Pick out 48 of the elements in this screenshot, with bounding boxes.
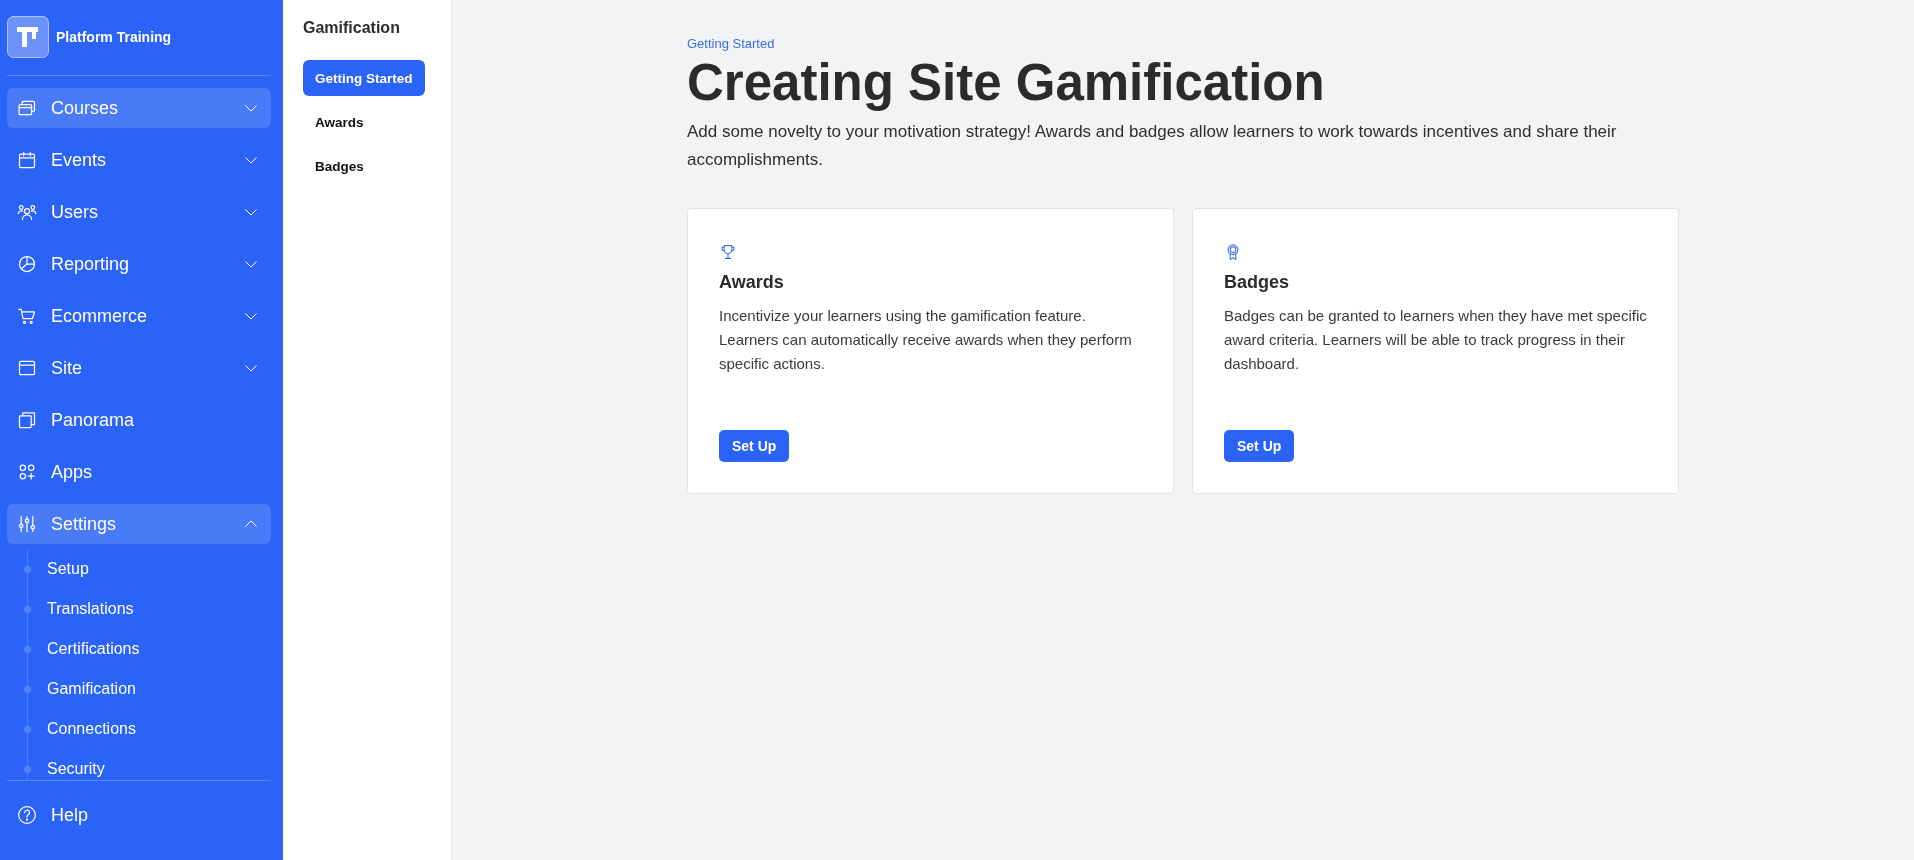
sidebar-nav-item[interactable]: Users [7,192,271,232]
card-title: Badges [1224,271,1290,294]
dot-icon [24,725,31,733]
card-description: Badges can be granted to learners when they have met specific award criteria. Learners will be able to track progress in their dashboard. [1224,306,1647,374]
apps-icon [17,462,37,482]
dot-icon [24,765,31,773]
subnav-title: Gamification [303,19,400,37]
card-title: Awards [719,271,784,294]
sidebar-nav-item[interactable]: Reporting [7,244,271,284]
pie-chart-icon [17,254,37,274]
subnav-tab[interactable]: Awards [303,104,376,140]
brand-name: Platform Training [56,28,172,46]
dot-icon [24,645,31,653]
sidebar-subitem[interactable]: Certifications [24,629,140,669]
breadcrumb-link[interactable]: Getting Started [687,36,775,52]
sidebar-nav-item[interactable]: Events [7,140,271,180]
sidebar-nav-item[interactable]: Panorama [7,400,271,440]
page-title: Creating Site Gamification [687,54,1326,111]
sidebar-subitem[interactable]: Security [24,749,105,780]
sliders-icon [17,514,37,534]
help-nav-item[interactable]: Help [7,795,271,835]
browser-window-icon [17,358,37,378]
cart-icon [17,306,37,326]
sidebar-subitem[interactable]: Translations [24,589,134,629]
set-up-button[interactable]: Set Up [719,430,790,462]
subnav-tab[interactable]: Getting Started [303,60,425,96]
people-icon [17,202,37,222]
sidebar-subitem[interactable]: Gamification [24,669,136,709]
dot-icon [24,605,31,613]
dot-icon [24,565,31,573]
page-description: Add some novelty to your motivation strategy! Awards and badges allow learners to work towards incentives and share their accomplishments. [687,121,1618,171]
sidebar-nav-item[interactable]: Apps [7,452,271,492]
card-description: Incentivize your learners using the gamification feature. Learners can automatically receive awards when they perform specific actions. [719,306,1133,374]
sidebar-nav-item[interactable]: Site [7,348,271,388]
dot-icon [24,685,31,693]
calendar-icon [17,150,37,170]
logo-icon [7,16,49,58]
cards-icon [17,98,37,118]
subnav-tab[interactable]: Badges [303,148,376,184]
sidebar-nav-item[interactable]: Courses [7,88,271,128]
stacked-squares-icon [17,410,37,430]
sidebar-subitem[interactable]: Setup [24,549,89,589]
sidebar-nav-item[interactable]: Ecommerce [7,296,271,336]
trophy-icon [719,243,737,261]
help-icon [17,805,37,825]
sidebar-nav-item[interactable]: Settings [7,504,271,544]
set-up-button[interactable]: Set Up [1224,430,1295,462]
sidebar-subitem[interactable]: Connections [24,709,136,749]
